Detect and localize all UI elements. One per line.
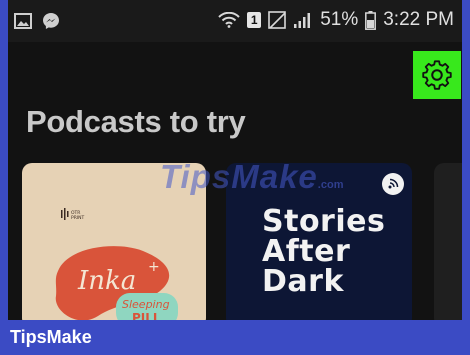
battery-icon	[365, 10, 377, 30]
title-line: After	[262, 234, 351, 269]
watermark-text: TipsMake	[160, 158, 318, 195]
watermark: TipsMake.com	[160, 158, 343, 196]
svg-text:PRINT: PRINT	[71, 215, 85, 221]
svg-text:Inka: Inka	[77, 266, 136, 296]
section-title: Podcasts to try	[26, 104, 246, 139]
messenger-icon	[43, 13, 59, 29]
status-left-icons	[14, 12, 60, 30]
svg-text:PILL: PILL	[132, 311, 161, 320]
wifi-icon	[218, 12, 240, 28]
title-line: Dark	[262, 264, 344, 299]
tutorial-frame: 1 51% 3:22 PM Podcasts to try OTR PRINT …	[0, 0, 470, 355]
settings-button[interactable]	[413, 51, 461, 99]
publisher-logo: OTR PRINT	[61, 208, 85, 221]
image-icon	[14, 13, 32, 29]
status-time: 3:22 PM	[383, 9, 454, 30]
signal-icon	[294, 13, 311, 28]
home-header	[8, 42, 462, 102]
no-sim-icon	[268, 11, 287, 29]
phone-screen: 1 51% 3:22 PM Podcasts to try OTR PRINT …	[8, 0, 462, 320]
title-line: Stories	[262, 204, 386, 239]
status-bar: 1 51% 3:22 PM	[8, 0, 462, 42]
footer-bar: TipsMake	[0, 320, 470, 355]
svg-text:Sleeping: Sleeping	[122, 298, 170, 311]
gear-icon	[422, 60, 452, 90]
podcast-indicator-icon	[382, 173, 404, 195]
watermark-suffix: .com	[317, 179, 344, 191]
status-right: 1 51% 3:22 PM	[218, 9, 454, 31]
brand-label: TipsMake	[10, 327, 92, 347]
podcast-card-partial[interactable]	[434, 163, 462, 320]
podcast-card-title: Stories After Dark	[262, 207, 402, 297]
svg-text:+: +	[148, 259, 160, 275]
notification-badge: 1	[247, 12, 262, 28]
battery-percent: 51%	[320, 9, 359, 30]
podcast-artwork: Inka + Sleeping PILL	[55, 246, 178, 320]
